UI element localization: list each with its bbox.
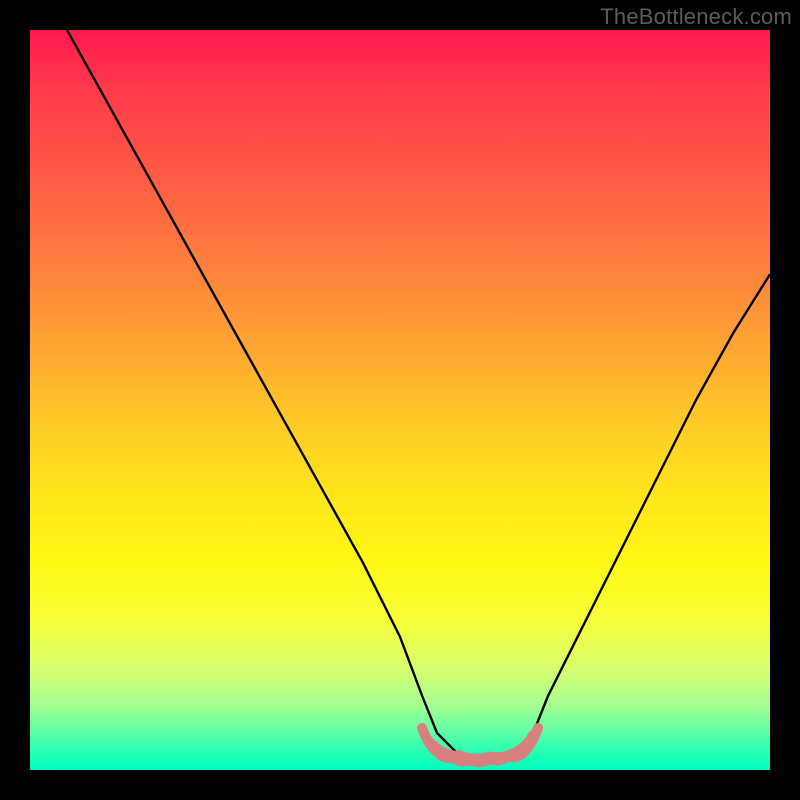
- optimal-zone-marker-fill: [430, 734, 532, 757]
- plot-area: [30, 30, 770, 770]
- bottleneck-curve: [67, 30, 770, 763]
- chart-svg: [30, 30, 770, 770]
- watermark-label: TheBottleneck.com: [600, 4, 792, 30]
- chart-frame: TheBottleneck.com: [0, 0, 800, 800]
